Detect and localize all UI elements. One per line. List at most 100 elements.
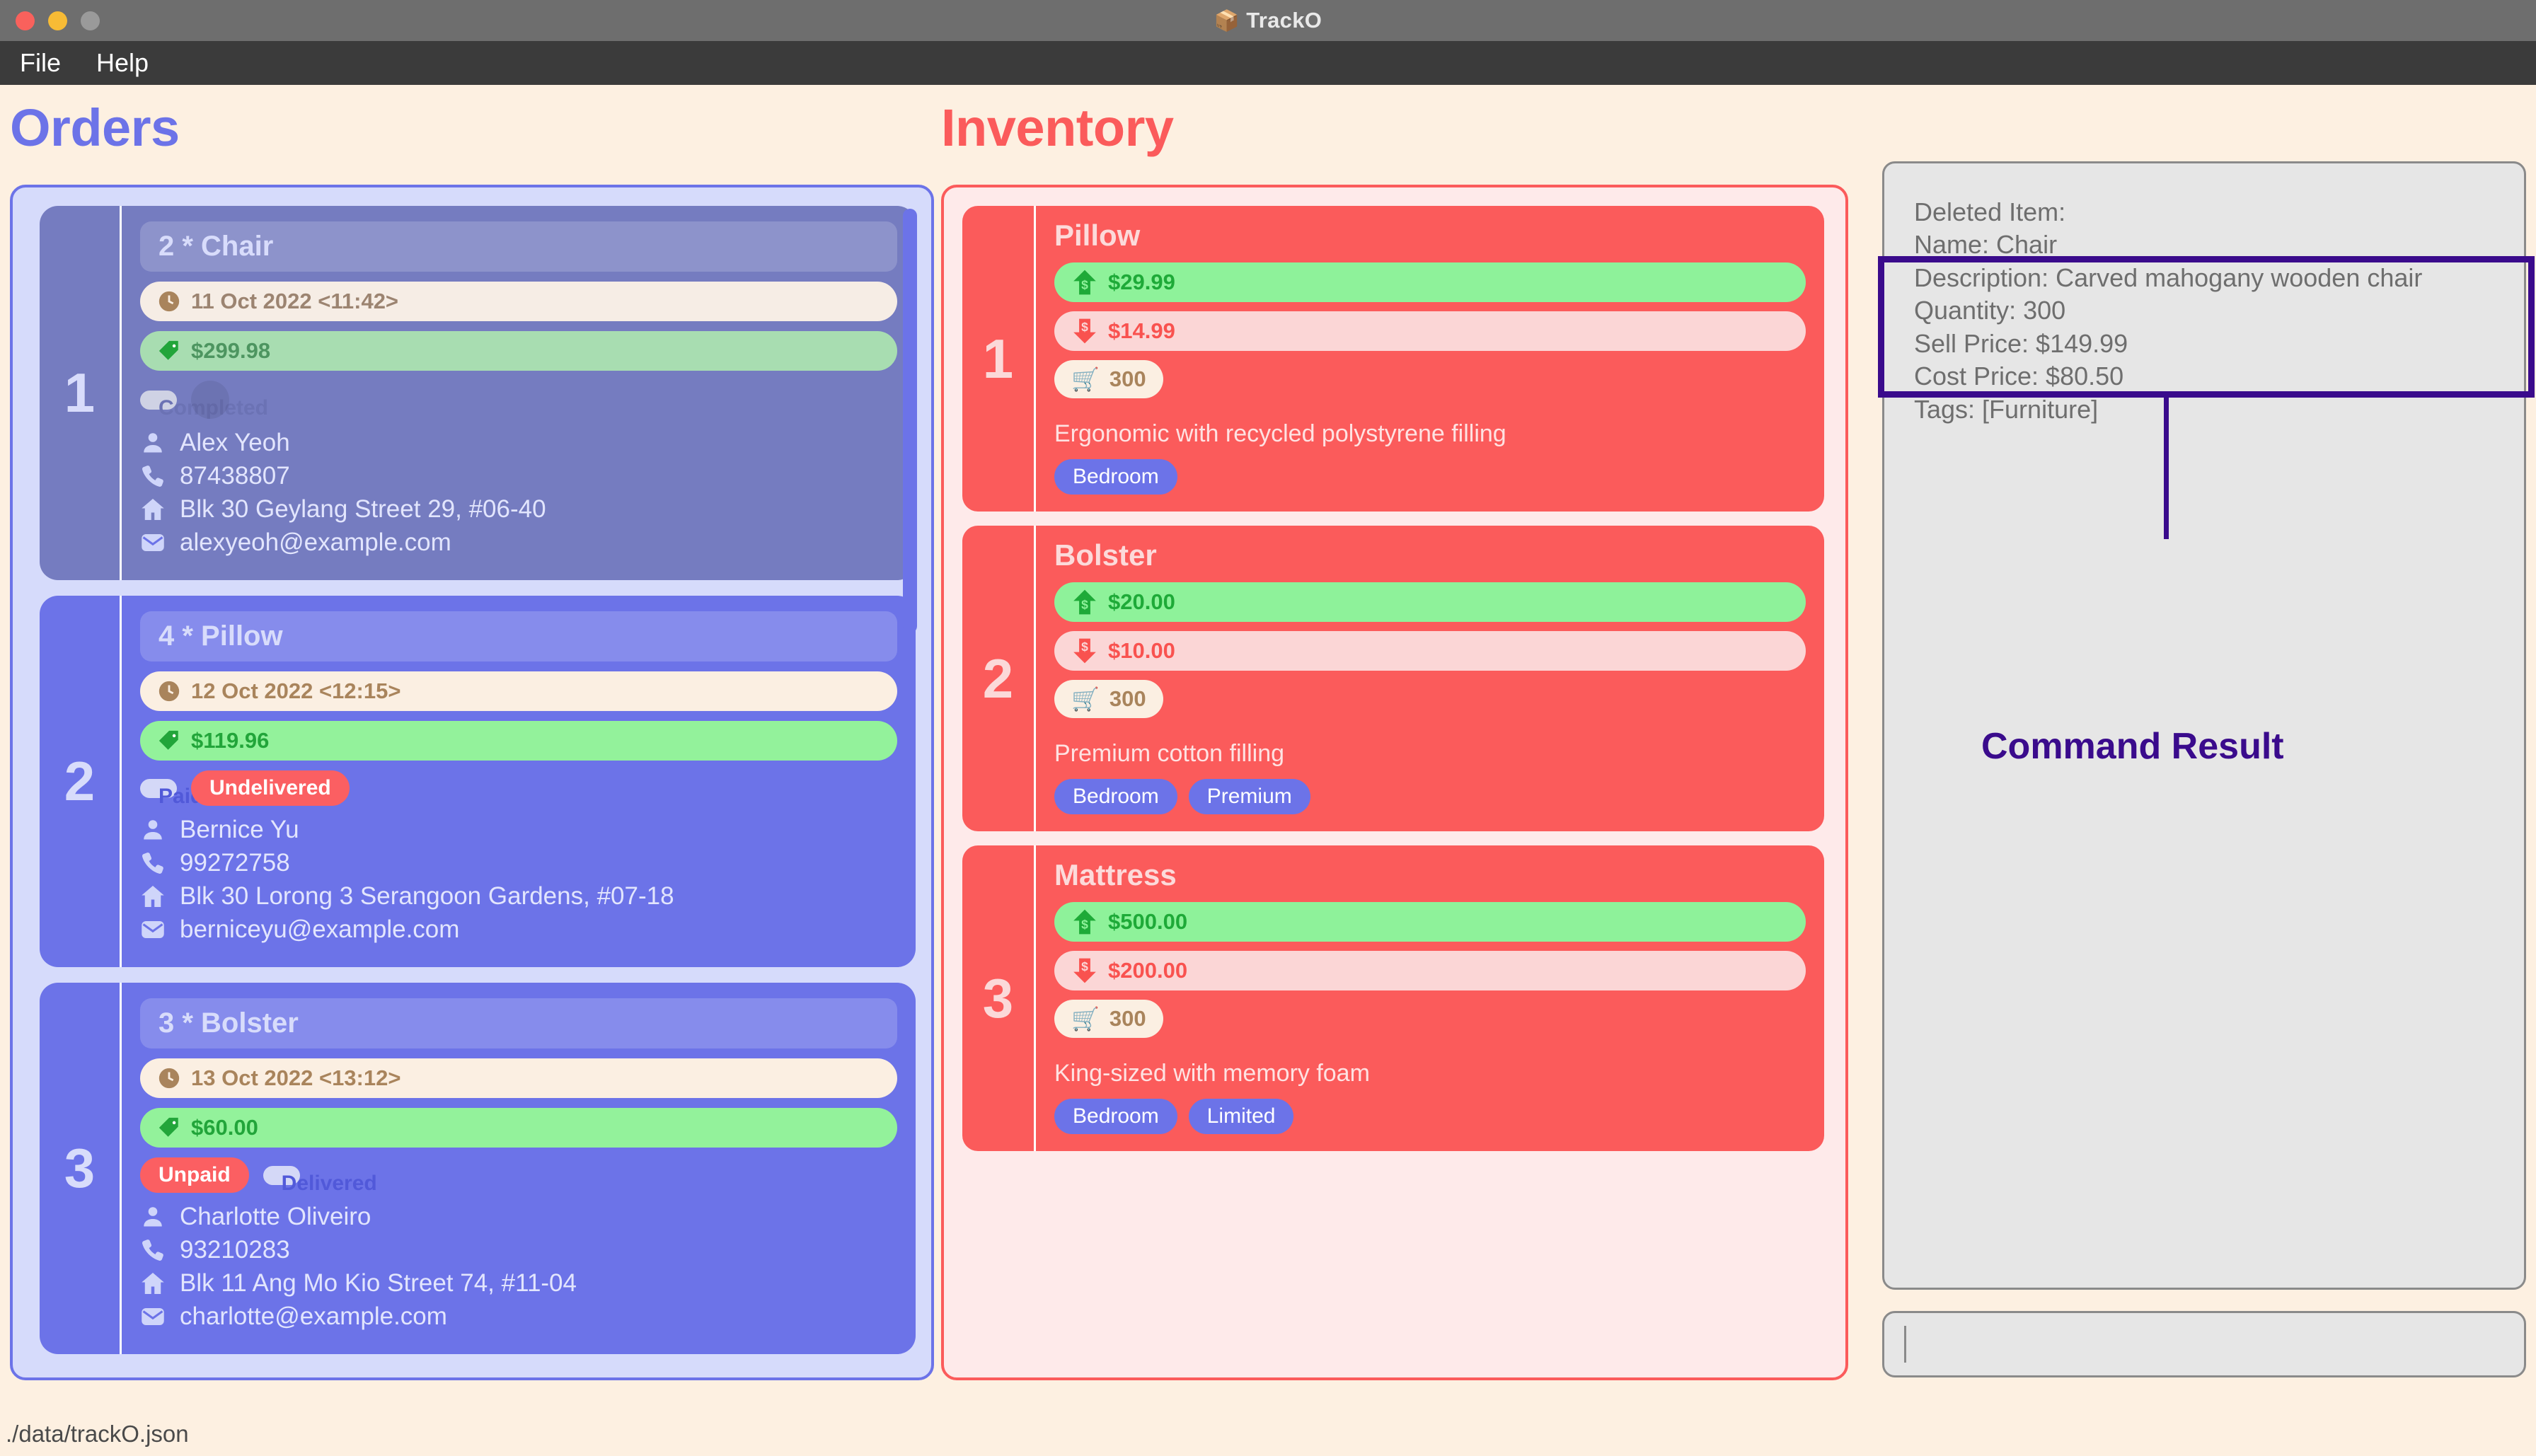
annotation-leader-line (2164, 398, 2169, 539)
annotation-label: Command Result (1981, 726, 2284, 767)
inventory-index: 3 (962, 845, 1036, 1151)
order-badge[interactable]: Undelivered (191, 770, 350, 806)
order-price-text: $119.96 (191, 728, 270, 753)
order-card[interactable]: 3 3 * Bolster 13 Oct 2022 <13:12> $60.00… (40, 983, 916, 1354)
text-caret (1904, 1326, 1906, 1363)
svg-text:$: $ (1081, 918, 1088, 932)
order-details: 3 * Bolster 13 Oct 2022 <13:12> $60.00 U… (122, 983, 916, 1354)
command-input[interactable] (1882, 1311, 2526, 1377)
order-badge[interactable]: Unpaid (140, 1157, 249, 1193)
quantity-pill: 🛒 300 (1054, 360, 1163, 398)
menu-help[interactable]: Help (96, 48, 149, 78)
inventory-details: Pillow $ $29.99 $ $14.99 🛒 300 Ergonomic… (1036, 206, 1824, 512)
svg-text:$: $ (1081, 278, 1088, 292)
arrow-up-dollar-icon: $ (1071, 589, 1098, 616)
order-contact-row: Blk 11 Ang Mo Kio Street 74, #11-04 (140, 1269, 897, 1298)
arrow-down-dollar-icon: $ (1071, 957, 1098, 984)
home-icon (140, 1271, 166, 1296)
cart-icon: 🛒 (1071, 686, 1100, 712)
inventory-description: Ergonomic with recycled polystyrene fill… (1054, 420, 1506, 447)
orders-panel: 1 2 * Chair 11 Oct 2022 <11:42> $299.98 … (10, 185, 934, 1380)
person-icon (140, 430, 166, 456)
quantity-text: 300 (1109, 686, 1146, 711)
order-badges: Unpaid Delivered (140, 1157, 897, 1195)
order-details: 2 * Chair 11 Oct 2022 <11:42> $299.98 Co… (122, 206, 916, 580)
order-contact-row: Alex Yeoh (140, 429, 897, 457)
inventory-card[interactable]: 1 Pillow $ $29.99 $ $14.99 🛒 300 Ergonom… (962, 206, 1824, 512)
phone-icon (140, 463, 166, 489)
order-badge[interactable]: Delivered (263, 1165, 377, 1195)
inventory-index: 1 (962, 206, 1036, 512)
order-date-pill: 12 Oct 2022 <12:15> (140, 671, 897, 711)
order-contact-value: Blk 30 Lorong 3 Serangoon Gardens, #07-1… (180, 882, 674, 910)
sell-price-pill: $ $29.99 (1054, 262, 1806, 302)
clock-icon (157, 679, 181, 703)
statusbar: ./data/trackO.json (0, 1412, 2536, 1456)
orders-scrollbar[interactable] (903, 209, 917, 1362)
order-price-pill: $119.96 (140, 721, 897, 761)
inventory-tag[interactable]: Bedroom (1054, 459, 1177, 495)
quantity-text: 300 (1109, 366, 1146, 391)
price-tag-icon (157, 729, 181, 753)
phone-icon (140, 850, 166, 876)
order-date-text: 11 Oct 2022 <11:42> (191, 289, 399, 313)
statusbar-path: ./data/trackO.json (6, 1421, 189, 1447)
svg-text:$: $ (1081, 640, 1088, 654)
inventory-tags: Bedroom (1054, 459, 1806, 495)
order-heading: 2 * Chair (140, 221, 897, 272)
cost-price-pill: $ $14.99 (1054, 311, 1806, 351)
order-contact-value: 87438807 (180, 462, 290, 490)
inventory-column: Inventory 1 Pillow $ $29.99 $ $14.99 🛒 3… (941, 98, 1861, 1380)
app-body: Orders 1 2 * Chair 11 Oct 2022 <11:42> $… (0, 85, 2536, 1456)
order-contact-row: 93210283 (140, 1236, 897, 1264)
package-box-icon: 📦 (1214, 10, 1240, 33)
sell-price-text: $29.99 (1108, 270, 1175, 294)
order-date-text: 12 Oct 2022 <12:15> (191, 678, 401, 703)
sell-price-text: $500.00 (1108, 909, 1188, 934)
order-contact-row: Blk 30 Lorong 3 Serangoon Gardens, #07-1… (140, 882, 897, 911)
inventory-item-name: Pillow (1054, 219, 1141, 252)
order-heading: 4 * Pillow (140, 611, 897, 661)
order-details: 4 * Pillow 12 Oct 2022 <12:15> $119.96 P… (122, 596, 916, 967)
person-icon (140, 817, 166, 843)
inventory-tag[interactable]: Bedroom (1054, 1099, 1177, 1134)
orders-scroll-thumb[interactable] (903, 209, 917, 633)
order-badge[interactable]: Completed (140, 390, 268, 420)
order-date-pill: 13 Oct 2022 <13:12> (140, 1058, 897, 1098)
order-index: 3 (40, 983, 122, 1354)
menubar: File Help (0, 41, 2536, 85)
inventory-card[interactable]: 2 Bolster $ $20.00 $ $10.00 🛒 300 Premiu… (962, 526, 1824, 831)
order-badges: Completed (140, 381, 897, 420)
order-contact-value: 93210283 (180, 1236, 290, 1264)
quantity-text: 300 (1109, 1006, 1146, 1031)
cost-price-text: $10.00 (1108, 638, 1175, 663)
inventory-tag[interactable]: Premium (1188, 779, 1310, 814)
order-contact-value: Blk 11 Ang Mo Kio Street 74, #11-04 (180, 1269, 577, 1297)
order-card[interactable]: 1 2 * Chair 11 Oct 2022 <11:42> $299.98 … (40, 206, 916, 580)
inventory-list: 1 Pillow $ $29.99 $ $14.99 🛒 300 Ergonom… (962, 206, 1824, 1151)
menu-file[interactable]: File (20, 48, 61, 78)
inventory-panel: 1 Pillow $ $29.99 $ $14.99 🛒 300 Ergonom… (941, 185, 1848, 1380)
order-contact-value: 99272758 (180, 849, 290, 877)
sell-price-text: $20.00 (1108, 589, 1175, 614)
sell-price-pill: $ $500.00 (1054, 902, 1806, 942)
inventory-card[interactable]: 3 Mattress $ $500.00 $ $200.00 🛒 300 Kin… (962, 845, 1824, 1151)
inventory-tag[interactable]: Limited (1188, 1099, 1294, 1134)
order-badge[interactable]: Paid (140, 778, 203, 808)
inventory-tag[interactable]: Bedroom (1054, 779, 1177, 814)
inventory-index: 2 (962, 526, 1036, 831)
inventory-description: King-sized with memory foam (1054, 1060, 1370, 1087)
cart-icon: 🛒 (1071, 1006, 1100, 1032)
quantity-pill: 🛒 300 (1054, 1000, 1163, 1038)
price-tag-icon (157, 339, 181, 363)
result-line: Tags: [Furniture] (1914, 394, 2099, 424)
inventory-tags: Bedroom Premium (1054, 779, 1806, 814)
order-card[interactable]: 2 4 * Pillow 12 Oct 2022 <12:15> $119.96… (40, 596, 916, 967)
order-contact-row: charlotte@example.com (140, 1302, 897, 1331)
order-contact-value: Bernice Yu (180, 816, 299, 843)
order-contact-value: charlotte@example.com (180, 1302, 447, 1330)
envelope-icon (140, 530, 166, 555)
order-contact-row: 99272758 (140, 849, 897, 877)
result-line: Deleted Item: (1914, 197, 2066, 226)
price-tag-icon (157, 1116, 181, 1140)
